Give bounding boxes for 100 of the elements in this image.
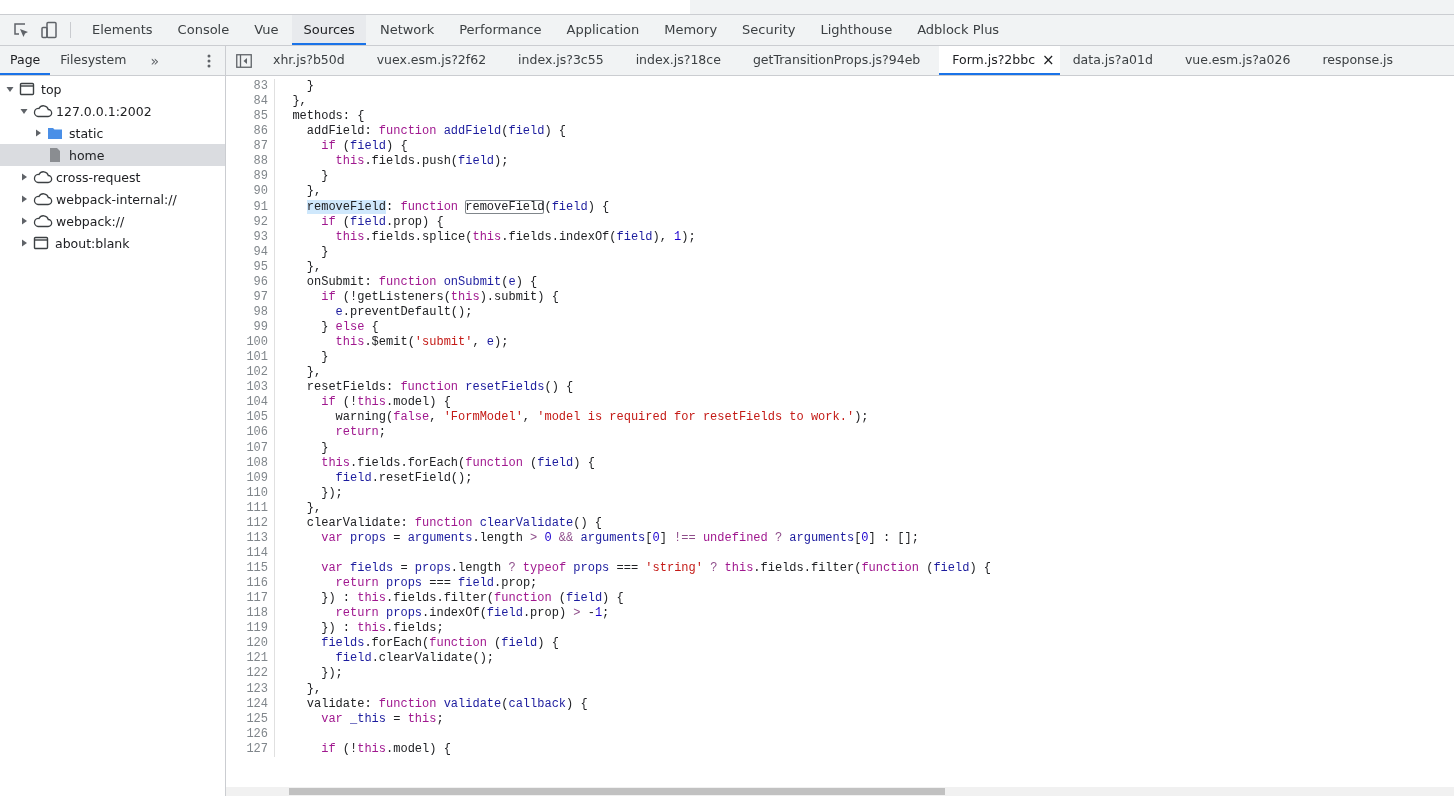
code-line: } else {	[320, 320, 379, 336]
selected-text: removeField	[306, 199, 387, 214]
line-number: 93	[226, 229, 275, 245]
file-tab[interactable]: data.js?a01d	[1059, 46, 1164, 75]
cloud-icon	[33, 192, 53, 206]
panel-tab[interactable]: Elements	[81, 15, 164, 45]
cloud-icon	[33, 214, 53, 228]
navigator-tab[interactable]: Filesystem	[50, 46, 137, 75]
line-number: 99	[226, 320, 275, 336]
panel-tab[interactable]: Console	[166, 15, 241, 45]
device-toolbar-icon[interactable]	[40, 21, 58, 39]
close-button[interactable]: ×	[1039, 50, 1058, 69]
folder-icon	[47, 125, 63, 141]
line-number: 115	[226, 561, 275, 577]
panel-tab[interactable]: Memory	[653, 15, 729, 45]
code-line: this.fields.push(field);	[334, 154, 509, 170]
panel-tab[interactable]: Network	[368, 15, 446, 45]
panel-tab[interactable]: Security	[731, 15, 807, 45]
horizontal-scrollbar[interactable]	[226, 787, 1454, 796]
line-number: 101	[226, 350, 275, 366]
tree-item[interactable]: top	[0, 78, 225, 100]
more-options-icon[interactable]	[207, 53, 211, 68]
line-number: 94	[226, 244, 275, 260]
line-number: 116	[226, 576, 275, 592]
code-line: },	[305, 259, 322, 275]
sidebar-toggle-icon[interactable]	[236, 53, 252, 68]
disclosure-triangle-icon[interactable]	[6, 85, 14, 93]
inspect-icon[interactable]	[12, 21, 30, 39]
panel-tab[interactable]: Sources	[292, 15, 366, 45]
code-line: field.resetField();	[334, 470, 473, 486]
code-line: return props.indexOf(field.prop) > -1;	[334, 606, 610, 622]
code-line: addField: function addField(field) {	[305, 124, 567, 140]
line-number: 113	[226, 530, 275, 546]
window-frame-icon	[33, 235, 49, 251]
file-tab[interactable]: Form.js?2bbc ×	[939, 46, 1060, 75]
line-number: 110	[226, 485, 275, 501]
panel-tab[interactable]: Adblock Plus	[906, 15, 1011, 45]
panel-tab[interactable]: Vue	[243, 15, 290, 45]
file-tab[interactable]: index.js?3c55	[505, 46, 615, 75]
code-line: });	[320, 485, 343, 501]
code-line: this.fields.forEach(function (field) {	[320, 455, 595, 471]
line-number: 103	[226, 380, 275, 396]
file-tab[interactable]: response.js	[1309, 46, 1405, 75]
code-line: },	[305, 500, 322, 516]
line-number: 83	[226, 79, 275, 95]
file-icon	[47, 147, 63, 163]
file-tab[interactable]: getTransitionProps.js?94eb	[739, 46, 932, 75]
code-line: return props === field.prop;	[334, 576, 538, 592]
line-number: 85	[226, 109, 275, 125]
line-number: 86	[226, 124, 275, 140]
panel-tab[interactable]: Lighthouse	[809, 15, 904, 45]
disclosure-triangle-icon[interactable]	[20, 195, 28, 203]
file-tab[interactable]: vuex.esm.js?2f62	[363, 46, 498, 75]
tree-item[interactable]: webpack://	[0, 210, 225, 232]
tree-item[interactable]: about:blank	[0, 232, 225, 254]
more-tabs-button[interactable]: »	[140, 46, 169, 75]
disclosure-triangle-icon[interactable]	[34, 129, 42, 137]
code-line: if (field) {	[320, 139, 408, 155]
line-number: 127	[226, 741, 275, 757]
code-line: }	[305, 79, 314, 95]
line-number: 126	[226, 726, 275, 742]
tree-item[interactable]: cross-request	[0, 166, 225, 188]
code-line: var props = arguments.length > 0 && arguments[0] !== undefined ? arguments[0] : [];	[320, 530, 919, 546]
tree-item[interactable]: 127.0.0.1:2002	[0, 100, 225, 122]
line-number: 106	[226, 425, 275, 441]
line-number: 114	[226, 545, 275, 561]
code-line: return;	[334, 425, 387, 441]
line-number: 123	[226, 681, 275, 697]
tree-item[interactable]: static	[0, 122, 225, 144]
line-number: 108	[226, 455, 275, 471]
line-number: 90	[226, 184, 275, 200]
code-line: });	[320, 666, 343, 682]
code-line: }	[320, 350, 329, 366]
line-number: 96	[226, 274, 275, 290]
disclosure-triangle-icon[interactable]	[20, 217, 28, 225]
panel-tab[interactable]: Performance	[448, 15, 553, 45]
file-tab[interactable]: vue.esm.js?a026	[1171, 46, 1302, 75]
file-tab[interactable]: index.js?18ce	[622, 46, 732, 75]
navigator-tab[interactable]: Page	[0, 46, 51, 75]
disclosure-triangle-icon[interactable]	[20, 107, 28, 115]
code-line: field.clearValidate();	[334, 651, 495, 667]
line-number: 119	[226, 621, 275, 637]
code-line: this.fields.splice(this.fields.indexOf(field), 1);	[334, 229, 696, 245]
disclosure-triangle-icon[interactable]	[20, 173, 28, 181]
disclosure-triangle-icon[interactable]	[20, 239, 28, 247]
line-number: 112	[226, 515, 275, 531]
file-tab[interactable]: xhr.js?b50d	[260, 46, 356, 75]
line-number: 88	[226, 154, 275, 170]
panel-tab[interactable]: Application	[555, 15, 651, 45]
cloud-icon	[33, 170, 53, 184]
line-number: 97	[226, 289, 275, 305]
code-line: this.$emit('submit', e);	[334, 335, 509, 351]
code-line: if (field.prop) {	[320, 214, 444, 230]
tree-item[interactable]: home	[0, 144, 225, 166]
line-number: 117	[226, 591, 275, 607]
tree-item[interactable]: webpack-internal://	[0, 188, 225, 210]
code-line: },	[305, 365, 322, 381]
line-number: 125	[226, 711, 275, 727]
code-line: var _this = this;	[320, 711, 444, 727]
code-line: var fields = props.length ? typeof props === 'string' ? this.fields.filter(function (field) {	[320, 561, 992, 577]
